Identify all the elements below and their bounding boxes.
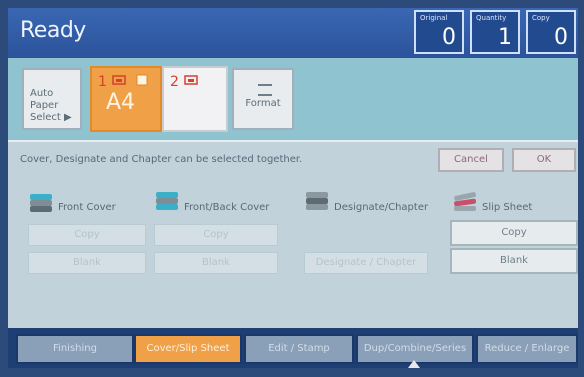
front-back-cover-icon xyxy=(156,192,178,210)
tab-finishing[interactable]: Finishing xyxy=(16,334,134,364)
status-text: Ready xyxy=(20,18,86,43)
quantity-counter-label: Quantity xyxy=(476,14,507,22)
designate-chapter-icon xyxy=(306,192,328,210)
tray-1-button[interactable]: 1 A4 xyxy=(90,66,162,132)
designate-chapter-button[interactable]: Designate / Chapter xyxy=(304,252,428,274)
format-button[interactable]: Format xyxy=(232,68,294,130)
front-cover-copy-button[interactable]: Copy xyxy=(28,224,146,246)
tray-1-size: A4 xyxy=(106,90,136,115)
header-bar: Ready Original 0 Quantity 1 Copy 0 xyxy=(8,8,578,58)
cover-slip-panel: Cover, Designate and Chapter can be sele… xyxy=(8,140,578,330)
tab-cover-slip-sheet[interactable]: Cover/Slip Sheet xyxy=(134,334,242,364)
original-counter-value: 0 xyxy=(442,25,456,50)
front-back-cover-copy-button[interactable]: Copy xyxy=(154,224,278,246)
ok-button[interactable]: OK xyxy=(512,148,576,172)
function-tabs: Finishing Cover/Slip Sheet Edit / Stamp … xyxy=(8,328,578,368)
instruction-text: Cover, Designate and Chapter can be sele… xyxy=(20,154,303,165)
front-back-cover-label: Front/Back Cover xyxy=(184,202,270,213)
paper-orientation-icon xyxy=(136,74,148,86)
original-counter-label: Original xyxy=(420,14,448,22)
cancel-button[interactable]: Cancel xyxy=(438,148,504,172)
tab-reduce-enlarge[interactable]: Reduce / Enlarge xyxy=(476,334,578,364)
tab-edit-stamp[interactable]: Edit / Stamp xyxy=(244,334,354,364)
scroll-up-icon[interactable] xyxy=(408,360,420,368)
paper-panel: Auto Paper Select ▶ 1 A4 2 Format xyxy=(8,58,578,140)
tray-icon xyxy=(184,75,198,85)
designate-chapter-label: Designate/Chapter xyxy=(334,202,429,213)
format-icon xyxy=(258,84,272,96)
original-counter: Original 0 xyxy=(414,10,464,54)
copier-screen: Ready Original 0 Quantity 1 Copy 0 Auto … xyxy=(0,0,584,377)
slip-sheet-copy-button[interactable]: Copy xyxy=(450,220,578,246)
tray-icon xyxy=(112,75,126,85)
copy-counter-value: 0 xyxy=(554,25,568,50)
slip-sheet-blank-button[interactable]: Blank xyxy=(450,248,578,274)
copy-counter: Copy 0 xyxy=(526,10,576,54)
tray-1-number: 1 xyxy=(98,74,107,90)
front-cover-icon xyxy=(30,194,52,212)
front-cover-label: Front Cover xyxy=(58,202,116,213)
copy-counter-label: Copy xyxy=(532,14,550,22)
auto-paper-select-button[interactable]: Auto Paper Select ▶ xyxy=(22,68,82,130)
quantity-counter: Quantity 1 xyxy=(470,10,520,54)
tray-2-number: 2 xyxy=(170,74,179,90)
slip-sheet-icon xyxy=(454,192,477,211)
front-back-cover-blank-button[interactable]: Blank xyxy=(154,252,278,274)
slip-sheet-label: Slip Sheet xyxy=(482,202,533,213)
quantity-counter-value: 1 xyxy=(498,25,512,50)
format-label: Format xyxy=(245,98,281,109)
front-cover-blank-button[interactable]: Blank xyxy=(28,252,146,274)
tray-2-button[interactable]: 2 xyxy=(162,66,228,132)
